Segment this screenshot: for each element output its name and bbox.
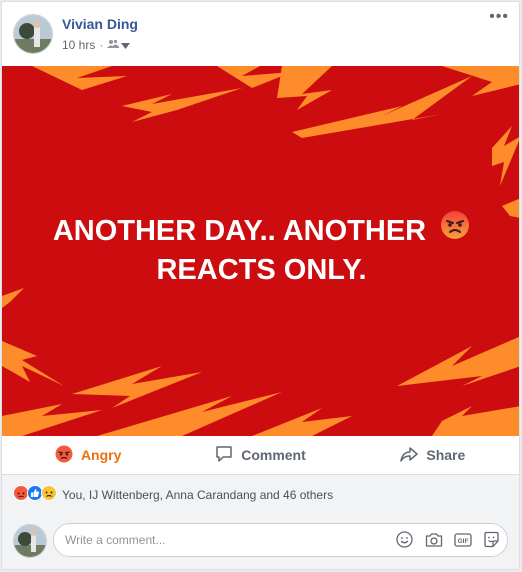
svg-text:GIF: GIF <box>457 538 468 545</box>
post-card: Vivian Ding 10 hrs · ••• ANOTHER DAY.. A… <box>1 1 520 570</box>
comment-button[interactable]: Comment <box>174 436 346 474</box>
author-name[interactable]: Vivian Ding <box>62 16 138 32</box>
post-header: Vivian Ding 10 hrs · ••• <box>2 2 519 66</box>
comment-icon <box>215 445 233 466</box>
friends-icon <box>107 38 120 52</box>
more-options-button[interactable]: ••• <box>489 9 509 25</box>
camera-icon[interactable] <box>424 530 443 549</box>
angry-face-icon <box>440 210 470 249</box>
comment-box: GIF <box>53 523 508 557</box>
sticker-icon[interactable] <box>482 530 501 549</box>
audience-selector[interactable] <box>107 38 131 52</box>
share-button-label: Share <box>426 447 466 463</box>
post-meta: 10 hrs · <box>62 38 131 52</box>
post-action-bar: Angry Comment Share <box>2 436 519 475</box>
react-button[interactable]: Angry <box>2 436 174 474</box>
comment-tools: GIF <box>395 530 501 549</box>
post-timestamp[interactable]: 10 hrs <box>62 38 95 52</box>
react-button-label: Angry <box>80 447 122 463</box>
angry-reaction-icon <box>55 445 73 466</box>
sad-reaction-icon <box>41 484 57 506</box>
reactions-summary: You, IJ Wittenberg, Anna Carandang and 4… <box>2 475 519 515</box>
reactions-summary-text[interactable]: You, IJ Wittenberg, Anna Carandang and 4… <box>62 488 333 502</box>
meta-separator: · <box>99 38 104 52</box>
emoji-icon[interactable] <box>395 530 414 549</box>
commenter-avatar[interactable] <box>13 524 47 558</box>
share-icon <box>400 445 419 466</box>
headline-line-1: ANOTHER DAY.. ANOTHER <box>52 215 427 248</box>
author-avatar[interactable] <box>13 14 53 54</box>
post-image[interactable]: ANOTHER DAY.. ANOTHER REACTS ONLY. <box>2 66 519 436</box>
share-button[interactable]: Share <box>347 436 519 474</box>
caret-down-icon <box>121 38 131 52</box>
reaction-icons[interactable] <box>13 484 57 506</box>
image-headline: ANOTHER DAY.. ANOTHER REACTS ONLY. <box>2 210 519 288</box>
gif-icon[interactable]: GIF <box>453 530 472 549</box>
comment-button-label: Comment <box>241 447 306 463</box>
headline-line-2: REACTS ONLY. <box>156 254 367 286</box>
comment-input[interactable] <box>65 524 385 556</box>
comment-composer: GIF <box>2 515 519 569</box>
